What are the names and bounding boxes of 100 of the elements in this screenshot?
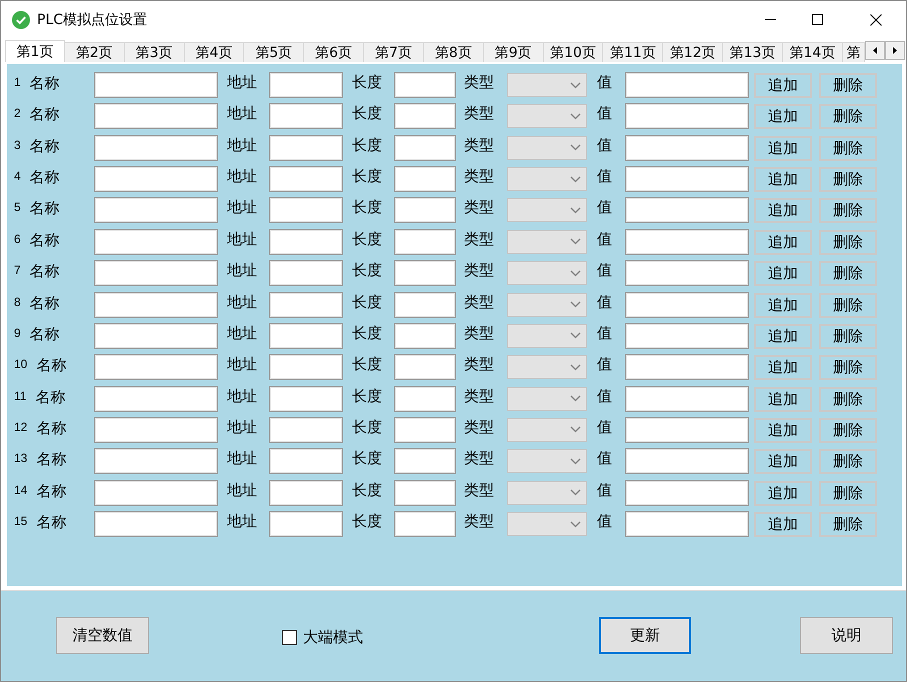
name-input[interactable] <box>94 166 218 192</box>
page-tab[interactable]: 第13页 <box>723 42 783 62</box>
length-input[interactable] <box>394 354 456 380</box>
page-tab[interactable]: 第8页 <box>424 42 484 62</box>
length-input[interactable] <box>394 260 456 286</box>
value-input[interactable] <box>625 416 749 443</box>
length-input[interactable] <box>394 448 456 474</box>
name-input[interactable] <box>94 386 218 412</box>
length-input[interactable] <box>394 228 456 255</box>
delete-button[interactable]: 删除 <box>819 73 877 98</box>
length-input[interactable] <box>394 292 456 318</box>
value-input[interactable] <box>625 354 749 380</box>
value-input[interactable] <box>625 72 749 98</box>
value-input[interactable] <box>625 103 749 130</box>
length-input[interactable] <box>394 166 456 192</box>
page-tab[interactable]: 第5页 <box>244 42 304 62</box>
page-tab[interactable]: 第12页 <box>663 42 724 62</box>
add-button[interactable]: 追加 <box>754 261 812 286</box>
add-button[interactable]: 追加 <box>754 386 812 412</box>
length-input[interactable] <box>394 72 456 98</box>
page-tab[interactable]: 第14页 <box>782 42 843 62</box>
add-button[interactable]: 追加 <box>754 324 812 349</box>
name-input[interactable] <box>94 354 218 380</box>
value-input[interactable] <box>625 292 749 318</box>
add-button[interactable]: 追加 <box>754 418 812 443</box>
page-tab[interactable]: 第7页 <box>364 42 424 62</box>
add-button[interactable]: 追加 <box>754 198 812 224</box>
address-input[interactable] <box>269 354 343 380</box>
value-input[interactable] <box>625 166 749 192</box>
add-button[interactable]: 追加 <box>754 512 812 538</box>
name-input[interactable] <box>94 322 218 349</box>
page-tab[interactable]: 第9页 <box>484 42 544 62</box>
name-input[interactable] <box>94 416 218 443</box>
name-input[interactable] <box>94 260 218 286</box>
name-input[interactable] <box>94 228 218 255</box>
big-endian-checkbox[interactable] <box>282 630 297 644</box>
page-tab[interactable]: 第1页 <box>5 40 65 62</box>
length-input[interactable] <box>394 197 456 224</box>
scroll-left-button[interactable] <box>865 41 885 60</box>
add-button[interactable]: 追加 <box>754 136 812 161</box>
length-input[interactable] <box>394 386 456 412</box>
delete-button[interactable]: 删除 <box>819 418 877 443</box>
address-input[interactable] <box>269 260 343 286</box>
scroll-right-button[interactable] <box>885 41 905 60</box>
delete-button[interactable]: 删除 <box>819 449 877 474</box>
add-button[interactable]: 追加 <box>754 167 812 192</box>
value-input[interactable] <box>625 197 749 224</box>
length-input[interactable] <box>394 103 456 130</box>
address-input[interactable] <box>269 511 343 538</box>
address-input[interactable] <box>269 416 343 443</box>
delete-button[interactable]: 删除 <box>819 167 877 192</box>
update-button[interactable]: 更新 <box>599 617 691 654</box>
value-input[interactable] <box>625 448 749 474</box>
delete-button[interactable]: 删除 <box>819 480 877 506</box>
page-tab[interactable]: 第3页 <box>124 42 185 62</box>
length-input[interactable] <box>394 416 456 443</box>
add-button[interactable]: 追加 <box>754 73 812 98</box>
address-input[interactable] <box>269 322 343 349</box>
delete-button[interactable]: 删除 <box>819 355 877 380</box>
address-input[interactable] <box>269 292 343 318</box>
name-input[interactable] <box>94 511 218 538</box>
value-input[interactable] <box>625 480 749 506</box>
name-input[interactable] <box>94 448 218 474</box>
delete-button[interactable]: 删除 <box>819 386 877 412</box>
length-input[interactable] <box>394 480 456 506</box>
add-button[interactable]: 追加 <box>754 292 812 318</box>
length-input[interactable] <box>394 134 456 161</box>
address-input[interactable] <box>269 134 343 161</box>
delete-button[interactable]: 删除 <box>819 512 877 538</box>
value-input[interactable] <box>625 260 749 286</box>
name-input[interactable] <box>94 103 218 130</box>
address-input[interactable] <box>269 197 343 224</box>
delete-button[interactable]: 删除 <box>819 261 877 286</box>
help-button[interactable]: 说明 <box>800 617 893 654</box>
add-button[interactable]: 追加 <box>754 449 812 474</box>
value-input[interactable] <box>625 386 749 412</box>
length-input[interactable] <box>394 511 456 538</box>
page-tab[interactable]: 第4页 <box>184 42 244 62</box>
value-input[interactable] <box>625 511 749 538</box>
delete-button[interactable]: 删除 <box>819 104 877 130</box>
name-input[interactable] <box>94 134 218 161</box>
delete-button[interactable]: 删除 <box>819 198 877 224</box>
page-tab[interactable]: 第6页 <box>304 42 364 62</box>
address-input[interactable] <box>269 166 343 192</box>
delete-button[interactable]: 删除 <box>819 230 877 255</box>
address-input[interactable] <box>269 103 343 130</box>
name-input[interactable] <box>94 72 218 98</box>
value-input[interactable] <box>625 134 749 161</box>
page-tab[interactable]: 第 <box>842 42 865 62</box>
address-input[interactable] <box>269 72 343 98</box>
address-input[interactable] <box>269 386 343 412</box>
value-input[interactable] <box>625 228 749 255</box>
length-input[interactable] <box>394 322 456 349</box>
address-input[interactable] <box>269 448 343 474</box>
page-tab[interactable]: 第11页 <box>603 42 664 62</box>
add-button[interactable]: 追加 <box>754 355 812 380</box>
delete-button[interactable]: 删除 <box>819 324 877 349</box>
page-tab[interactable]: 第10页 <box>544 42 604 62</box>
name-input[interactable] <box>94 480 218 506</box>
address-input[interactable] <box>269 480 343 506</box>
